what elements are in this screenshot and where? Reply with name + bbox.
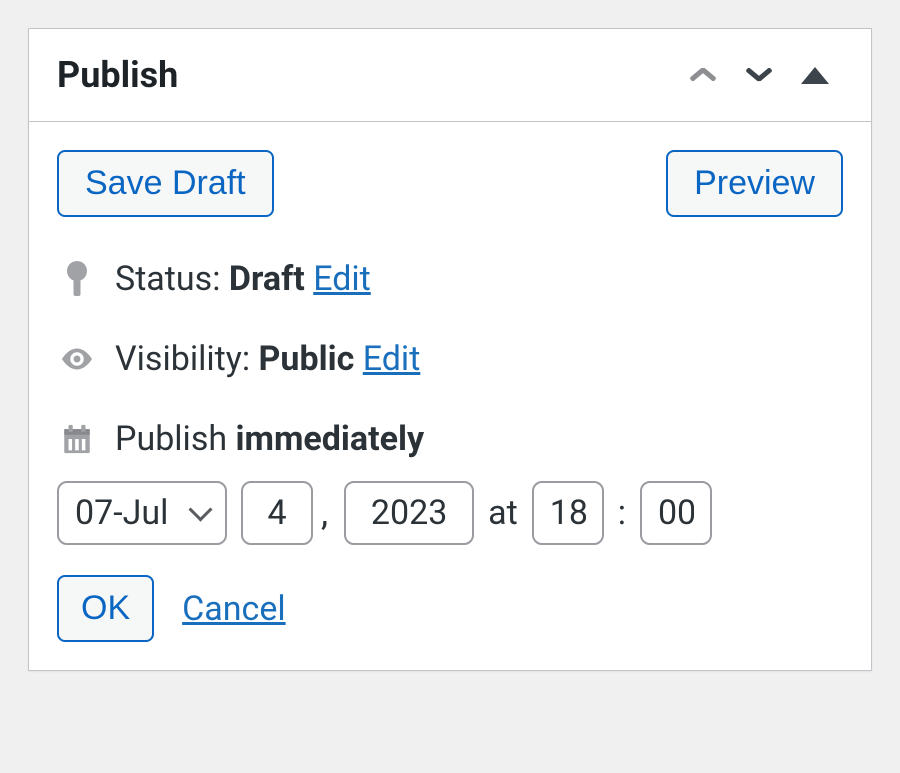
visibility-line: Visibility: Public Edit: [57, 339, 843, 379]
day-input[interactable]: [241, 481, 313, 545]
visibility-label: Visibility:: [115, 339, 250, 379]
status-line: Status: Draft Edit: [57, 259, 843, 299]
calendar-icon: [57, 419, 97, 459]
cancel-link[interactable]: Cancel: [182, 589, 286, 629]
minute-input[interactable]: [640, 481, 712, 545]
chevron-up-icon: [691, 68, 715, 82]
month-select[interactable]: 07-Jul: [57, 481, 227, 545]
hour-input[interactable]: [532, 481, 604, 545]
at-label: at: [488, 493, 518, 533]
time-colon: :: [618, 493, 626, 533]
toggle-panel-button[interactable]: [787, 47, 843, 103]
status-value: Draft: [229, 259, 305, 299]
preview-button[interactable]: Preview: [666, 150, 843, 217]
metabox-header: Publish: [29, 29, 871, 122]
triangle-up-icon: [801, 67, 829, 84]
publish-metabox: Publish Save Draft Preview Status: Draft…: [28, 28, 872, 671]
status-label: Status:: [115, 259, 220, 299]
metabox-body: Save Draft Preview Status: Draft Edit Vi…: [29, 122, 871, 670]
move-down-button[interactable]: [731, 47, 787, 103]
status-edit-link[interactable]: Edit: [313, 259, 371, 299]
action-buttons-row: Save Draft Preview: [57, 150, 843, 217]
publish-label: Publish: [115, 419, 227, 459]
confirm-row: OK Cancel: [57, 575, 843, 642]
datetime-row: 07-Jul , at :: [57, 481, 843, 545]
visibility-edit-link[interactable]: Edit: [363, 339, 421, 379]
publish-time-line: Publish immediately: [57, 419, 843, 459]
save-draft-button[interactable]: Save Draft: [57, 150, 274, 217]
year-input[interactable]: [344, 481, 474, 545]
move-up-button[interactable]: [675, 47, 731, 103]
key-icon: [57, 259, 97, 299]
panel-title: Publish: [57, 54, 675, 96]
visibility-value: Public: [259, 339, 355, 379]
chevron-down-icon: [747, 68, 771, 82]
ok-button[interactable]: OK: [57, 575, 154, 642]
eye-icon: [57, 339, 97, 379]
publish-mode: immediately: [236, 419, 425, 459]
comma-separator: ,: [321, 492, 328, 534]
